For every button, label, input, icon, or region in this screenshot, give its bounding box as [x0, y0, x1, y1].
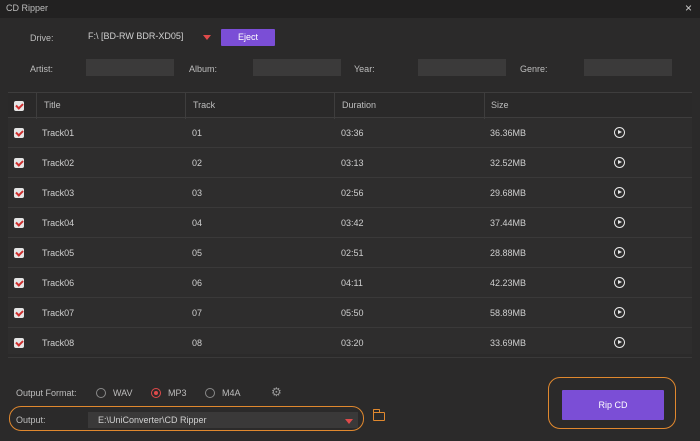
play-icon[interactable] — [614, 217, 625, 228]
album-label: Album: — [189, 64, 218, 74]
row-checkbox[interactable] — [14, 278, 24, 288]
track-size: 33.69MB — [490, 338, 527, 348]
track-duration: 02:51 — [341, 248, 364, 258]
title-bar: CD Ripper × — [0, 0, 700, 18]
track-number: 03 — [192, 188, 203, 198]
format-label-m4a[interactable]: M4A — [222, 388, 241, 398]
play-icon[interactable] — [614, 277, 625, 288]
play-icon[interactable] — [614, 127, 625, 138]
row-checkbox[interactable] — [14, 218, 24, 228]
track-number: 05 — [192, 248, 203, 258]
table-header: Title Track Duration Size — [8, 92, 692, 119]
track-table: Title Track Duration Size Track01 01 03:36… — [8, 92, 692, 358]
column-header-track[interactable]: Track — [193, 100, 215, 110]
track-size: 28.88MB — [490, 248, 527, 258]
play-icon[interactable] — [614, 337, 625, 348]
eject-button[interactable]: Eject — [221, 29, 275, 46]
column-header-duration[interactable]: Duration — [342, 100, 376, 110]
track-title: Track07 — [42, 308, 75, 318]
album-input[interactable] — [253, 59, 341, 76]
table-row[interactable]: Track08 08 03:20 33.69MB — [8, 328, 692, 358]
genre-input[interactable] — [584, 59, 672, 76]
track-title: Track08 — [42, 338, 75, 348]
table-row[interactable]: Track01 01 03:36 36.36MB — [8, 118, 692, 148]
row-checkbox[interactable] — [14, 158, 24, 168]
chevron-down-icon[interactable] — [203, 35, 211, 40]
close-icon[interactable]: × — [685, 1, 692, 15]
row-checkbox[interactable] — [14, 308, 24, 318]
track-duration: 03:13 — [341, 158, 364, 168]
track-number: 04 — [192, 218, 203, 228]
table-row[interactable]: Track03 03 02:56 29.68MB — [8, 178, 692, 208]
select-all-checkbox[interactable] — [14, 101, 24, 111]
table-row[interactable]: Track04 04 03:42 37.44MB — [8, 208, 692, 238]
artist-input[interactable] — [86, 59, 174, 76]
format-radio-m4a[interactable] — [205, 388, 215, 398]
table-row[interactable]: Track02 02 03:13 32.52MB — [8, 148, 692, 178]
artist-label: Artist: — [30, 64, 54, 74]
track-duration: 05:50 — [341, 308, 364, 318]
output-format-label: Output Format: — [16, 388, 77, 398]
output-label: Output: — [16, 415, 46, 425]
track-duration: 02:56 — [341, 188, 364, 198]
track-title: Track04 — [42, 218, 75, 228]
year-label: Year: — [354, 64, 375, 74]
track-title: Track01 — [42, 128, 75, 138]
window-title: CD Ripper — [6, 3, 49, 13]
track-number: 08 — [192, 338, 203, 348]
table-row[interactable]: Track06 06 04:11 42.23MB — [8, 268, 692, 298]
track-size: 29.68MB — [490, 188, 527, 198]
track-size: 36.36MB — [490, 128, 527, 138]
track-size: 37.44MB — [490, 218, 527, 228]
track-duration: 04:11 — [341, 278, 363, 288]
format-radio-wav[interactable] — [96, 388, 106, 398]
table-row[interactable]: Track07 07 05:50 58.89MB — [8, 298, 692, 328]
format-label-mp3[interactable]: MP3 — [168, 388, 187, 398]
track-size: 58.89MB — [490, 308, 527, 318]
play-icon[interactable] — [614, 187, 625, 198]
drive-select[interactable]: F:\ [BD-RW BDR-XD05] — [88, 31, 183, 41]
track-number: 07 — [192, 308, 203, 318]
track-size: 32.52MB — [490, 158, 527, 168]
genre-label: Genre: — [520, 64, 548, 74]
track-size: 42.23MB — [490, 278, 527, 288]
column-header-size[interactable]: Size — [491, 100, 509, 110]
format-label-wav[interactable]: WAV — [113, 388, 133, 398]
row-checkbox[interactable] — [14, 188, 24, 198]
drive-label: Drive: — [30, 33, 54, 43]
rip-cd-button[interactable]: Rip CD — [562, 390, 664, 420]
play-icon[interactable] — [614, 307, 625, 318]
play-icon[interactable] — [614, 157, 625, 168]
track-title: Track03 — [42, 188, 75, 198]
folder-icon[interactable] — [373, 409, 385, 421]
row-checkbox[interactable] — [14, 248, 24, 258]
track-number: 02 — [192, 158, 203, 168]
format-radio-mp3[interactable] — [151, 388, 161, 398]
track-duration: 03:42 — [341, 218, 364, 228]
chevron-down-icon[interactable] — [345, 419, 353, 424]
track-title: Track02 — [42, 158, 75, 168]
row-checkbox[interactable] — [14, 338, 24, 348]
table-row[interactable]: Track05 05 02:51 28.88MB — [8, 238, 692, 268]
track-duration: 03:36 — [341, 128, 364, 138]
track-title: Track06 — [42, 278, 75, 288]
year-input[interactable] — [418, 59, 506, 76]
output-path[interactable]: E:\UniConverter\CD Ripper — [98, 415, 207, 425]
track-title: Track05 — [42, 248, 75, 258]
track-number: 06 — [192, 278, 203, 288]
play-icon[interactable] — [614, 247, 625, 258]
track-number: 01 — [192, 128, 203, 138]
row-checkbox[interactable] — [14, 128, 24, 138]
column-header-title[interactable]: Title — [44, 100, 61, 110]
gear-icon[interactable]: ⚙ — [271, 385, 282, 399]
track-duration: 03:20 — [341, 338, 364, 348]
